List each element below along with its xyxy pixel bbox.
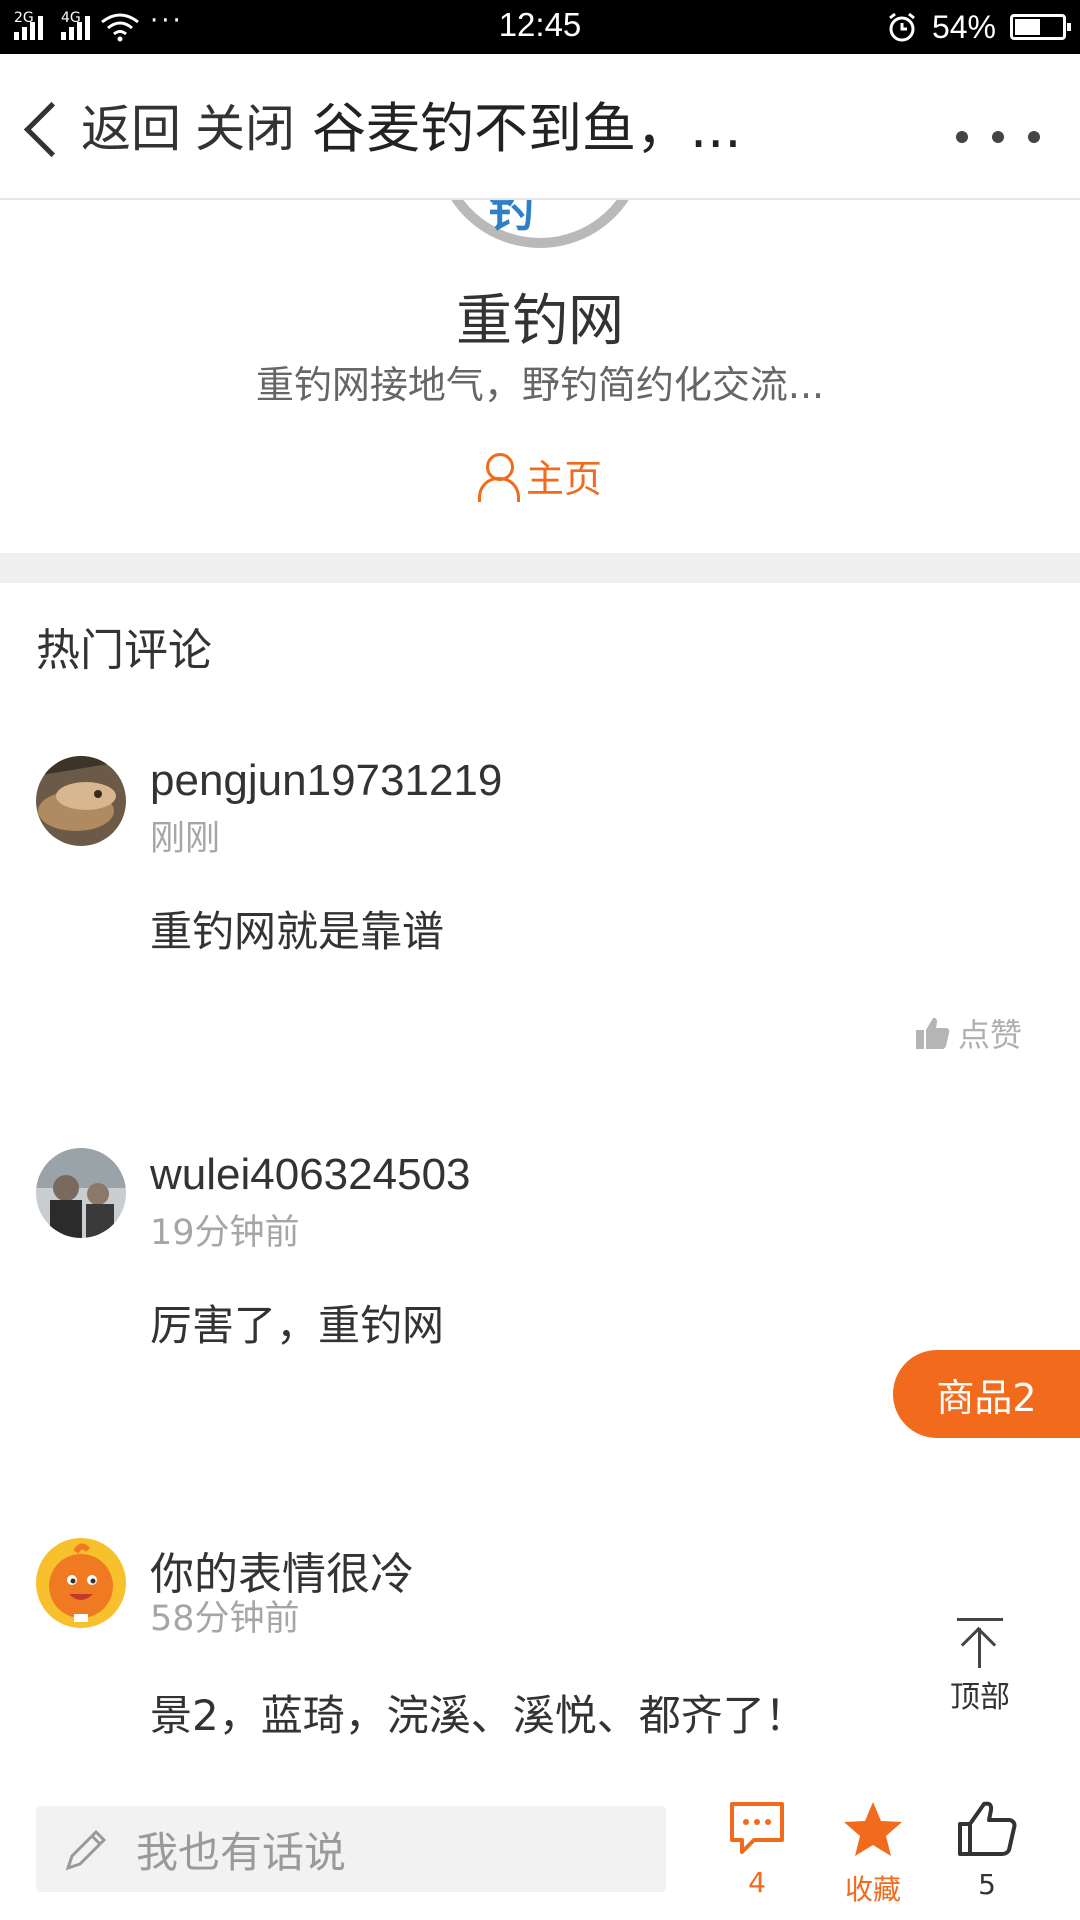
comment-username[interactable]: pengjun19731219 — [150, 756, 502, 806]
nav-bar: 返回 关闭 谷麦钓不到鱼，... — [0, 54, 1080, 200]
comment-input[interactable]: 我也有话说 — [36, 1806, 666, 1892]
thumbs-up-icon — [916, 1017, 950, 1049]
avatar[interactable] — [36, 756, 126, 846]
favorite-label: 收藏 — [844, 1873, 901, 1906]
star-icon — [844, 1802, 902, 1856]
person-icon — [478, 452, 520, 502]
home-label: 主页 — [526, 457, 603, 501]
back-to-top-button[interactable]: 顶部 — [940, 1618, 1020, 1716]
goods-button[interactable]: 商品2 — [893, 1350, 1080, 1438]
top-label: 顶部 — [950, 1680, 1010, 1715]
dot-icon — [956, 131, 968, 143]
status-right: 54% — [886, 6, 1071, 48]
comment-text: 景2，蓝琦，浣溪、溪悦、都齐了！ — [150, 1691, 807, 1740]
dot-icon — [992, 131, 1004, 143]
arrow-up-icon — [957, 1618, 1003, 1668]
battery-icon — [1010, 14, 1071, 40]
comments-button[interactable]: 4 — [712, 1800, 802, 1899]
author-description: 重钓网接地气，野钓简约化交流... — [255, 363, 825, 407]
like-button[interactable]: 5 — [942, 1800, 1032, 1901]
comment-count: 4 — [748, 1866, 766, 1899]
dot-icon — [1028, 131, 1040, 143]
battery-percent: 54% — [931, 8, 996, 45]
chat-bubble-icon — [730, 1802, 784, 1854]
pencil-icon — [65, 1829, 107, 1871]
avatar[interactable] — [36, 1148, 126, 1238]
chevron-left-icon — [23, 101, 80, 157]
comment-time: 58分钟前 — [150, 1599, 300, 1639]
comment-time: 19分钟前 — [150, 1213, 300, 1253]
close-button[interactable]: 关闭 — [195, 94, 295, 164]
comment-text: 厉害了，重钓网 — [150, 1301, 445, 1350]
bottom-bar: 我也有话说 4 收藏 5 — [0, 1790, 1080, 1920]
back-button[interactable]: 返回 — [18, 94, 181, 164]
comment-time: 刚刚 — [150, 819, 221, 859]
comment-like-button[interactable]: 点赞 — [916, 1010, 1022, 1056]
comment-text: 重钓网就是靠谱 — [150, 907, 445, 956]
avatar[interactable] — [36, 1538, 126, 1628]
back-label: 返回 — [81, 100, 181, 158]
thumbs-up-icon — [958, 1801, 1017, 1856]
author-home-link[interactable]: 主页 — [478, 448, 602, 503]
alarm-icon — [889, 12, 915, 42]
page-title: 谷麦钓不到鱼，... — [312, 97, 742, 160]
like-label: 点赞 — [958, 1016, 1023, 1054]
section-divider — [0, 553, 1080, 583]
more-options-button[interactable] — [956, 122, 1040, 152]
hot-comments-title: 热门评论 — [36, 625, 212, 676]
like-count: 5 — [978, 1868, 996, 1901]
comment-username[interactable]: wulei406324503 — [150, 1150, 471, 1200]
status-bar: 2G 4G ··· 12:45 54% — [0, 0, 1080, 54]
battery-fill — [1015, 19, 1040, 35]
favorite-button[interactable]: 收藏 — [828, 1800, 918, 1908]
author-name: 重钓网 — [456, 289, 624, 354]
comment-placeholder: 我也有话说 — [136, 1827, 347, 1877]
